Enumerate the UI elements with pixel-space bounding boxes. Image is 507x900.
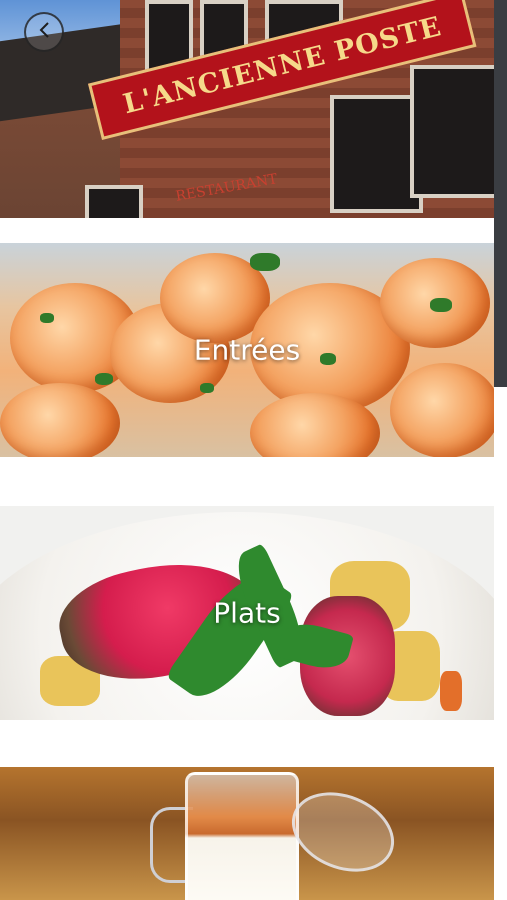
- category-label-entrees: Entrées: [193, 333, 301, 367]
- arrow-left-icon: [33, 19, 55, 46]
- category-card-plats[interactable]: Plats: [0, 506, 494, 720]
- category-label-plats: Plats: [213, 596, 281, 630]
- category-card-dessert[interactable]: [0, 767, 494, 900]
- category-card-entrees[interactable]: Entrées: [0, 243, 494, 457]
- back-button[interactable]: [24, 12, 64, 52]
- restaurant-hero-image: L'ANCIENNE POSTE RESTAURANT: [0, 0, 494, 218]
- scrollbar[interactable]: [494, 0, 507, 387]
